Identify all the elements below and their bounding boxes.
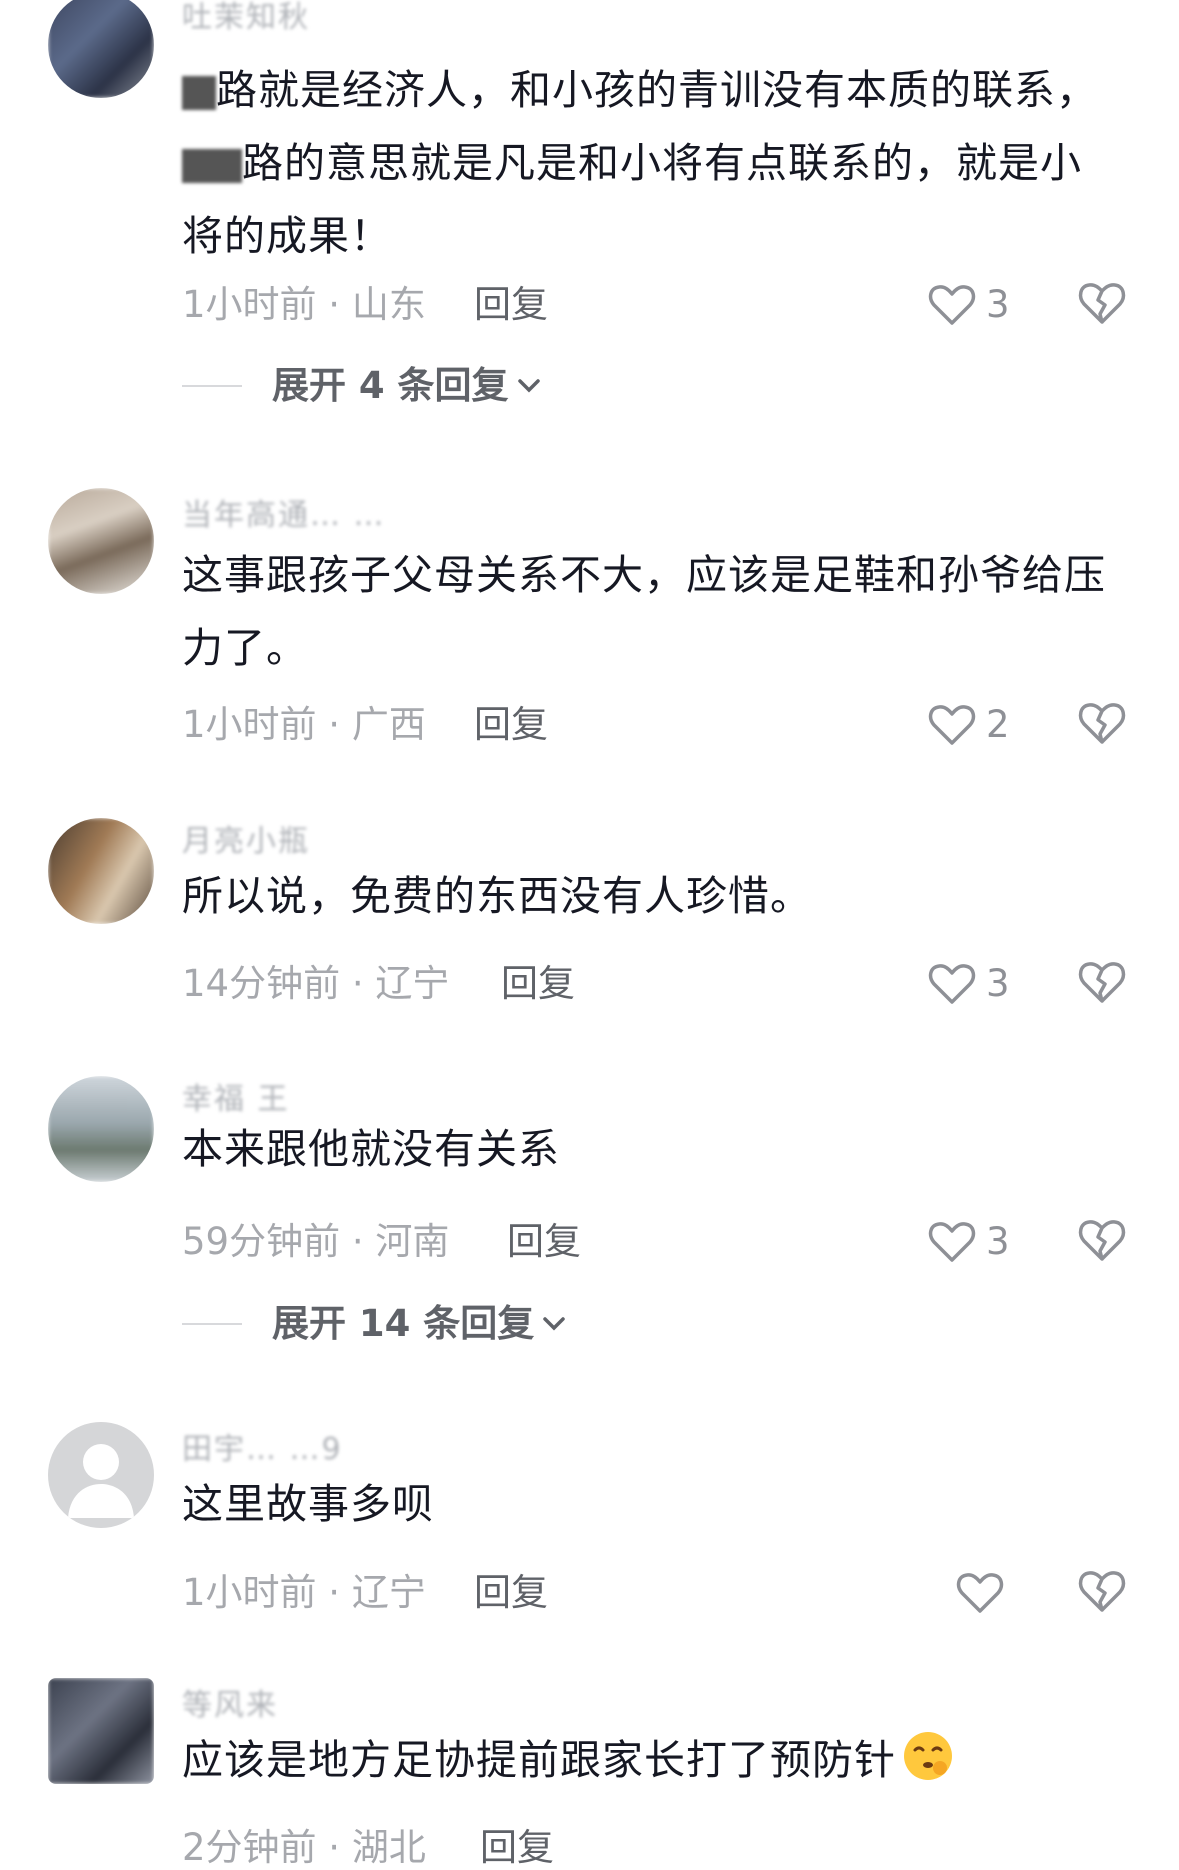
comment-item: 幸福 王 本来跟他就没有关系 59分钟前 · 河南 回复 3 展开 14 条回复 [0, 1068, 1179, 1388]
comment-text: 所以说，免费的东西没有人珍惜。 [182, 872, 812, 920]
divider-line [182, 385, 242, 387]
comment-text: 这事跟孩子父母关系不大，应该是足鞋和孙爷给压力了。 [182, 551, 1106, 672]
avatar[interactable] [48, 1422, 154, 1528]
comment-time: 1小时前 [182, 1571, 317, 1614]
comment-location: 湖北 [351, 1826, 426, 1869]
meta-separator: · [316, 283, 352, 326]
expand-label: 展开 4 条回复 [272, 364, 509, 407]
comment-time: 2分钟前 [182, 1826, 317, 1869]
like-button[interactable]: 3 [928, 280, 1010, 330]
dislike-button[interactable] [1077, 1568, 1127, 1618]
comment-location: 山东 [351, 283, 426, 326]
comment-time: 1小时前 [182, 283, 317, 326]
username[interactable]: 当年高通… … [182, 498, 386, 534]
meta-separator: · [316, 1826, 352, 1869]
like-button[interactable] [956, 1568, 1004, 1618]
dislike-button[interactable] [1077, 700, 1127, 750]
avatar[interactable] [48, 818, 154, 924]
comment-time: 1小时前 [182, 703, 317, 746]
redacted-text [182, 149, 242, 183]
expand-label: 展开 14 条回复 [272, 1302, 535, 1345]
comment-text: 应该是地方足协提前跟家长打了预防针 [182, 1724, 1122, 1797]
comment-location: 广西 [351, 703, 426, 746]
reply-button[interactable]: 回复 [474, 703, 548, 747]
like-count: 3 [986, 283, 1010, 326]
comment-time: 59分钟前 [182, 1220, 341, 1263]
chevron-down-icon [517, 379, 540, 393]
username[interactable]: 田宇… …9 [182, 1432, 343, 1468]
broken-heart-icon [1078, 1220, 1126, 1261]
comment-meta: 1小时前 · 辽宁 [182, 1571, 426, 1615]
like-button[interactable]: 3 [928, 1217, 1010, 1267]
comment-text: 这里故事多呗 [182, 1480, 434, 1528]
broken-heart-icon [1078, 1571, 1126, 1612]
heart-outline-icon [928, 1222, 976, 1262]
heart-outline-icon [956, 1573, 1004, 1613]
username[interactable]: 月亮小瓶 [182, 824, 310, 860]
dislike-button[interactable] [1077, 1217, 1127, 1267]
avatar[interactable] [48, 1678, 154, 1784]
meta-separator: · [316, 1571, 352, 1614]
chevron-down-icon [543, 1317, 566, 1331]
comment-location: 河南 [375, 1220, 450, 1263]
comment-meta: 2分钟前 · 湖北 [182, 1826, 426, 1870]
like-button[interactable]: 3 [928, 959, 1010, 1009]
avatar[interactable] [48, 1076, 154, 1182]
comment-item: 等风来 应该是地方足协提前跟家长打了预防针 2分钟前 · 湖北 回复 [0, 1676, 1179, 1869]
reply-button[interactable]: 回复 [501, 962, 575, 1006]
meta-separator: · [316, 703, 352, 746]
divider-line [182, 1323, 242, 1325]
comment-item: 田宇… …9 这里故事多呗 1小时前 · 辽宁 回复 [0, 1420, 1179, 1660]
reply-button[interactable]: 回复 [474, 1571, 548, 1615]
comment-meta: 1小时前 · 广西 [182, 703, 426, 747]
comment-meta: 1小时前 · 山东 [182, 283, 426, 327]
comment-item: 当年高通… … 这事跟孩子父母关系不大，应该是足鞋和孙爷给压力了。 1小时前 ·… [0, 480, 1179, 800]
broken-heart-icon [1078, 283, 1126, 324]
comment-time: 14分钟前 [182, 962, 341, 1005]
broken-heart-icon [1078, 962, 1126, 1003]
like-count: 3 [986, 1220, 1010, 1263]
comment-location: 辽宁 [375, 962, 450, 1005]
dislike-button[interactable] [1077, 280, 1127, 330]
like-button[interactable]: 2 [928, 700, 1010, 750]
meta-separator: · [340, 1220, 376, 1263]
expand-replies[interactable]: 展开 4 条回复 [182, 364, 541, 408]
comment-meta: 14分钟前 · 辽宁 [182, 962, 449, 1006]
comment-text: 路就是经济人，和小孩的青训没有本质的联系，路的意思就是凡是和小将有点联系的，就是… [182, 66, 1098, 260]
like-count: 2 [986, 703, 1010, 746]
comment-item: 吐茉知秋 路就是经济人，和小孩的青训没有本质的联系，路的意思就是凡是和小将有点联… [0, 0, 1179, 420]
heart-outline-icon [928, 705, 976, 745]
meta-separator: · [340, 962, 376, 1005]
username[interactable]: 等风来 [182, 1688, 278, 1724]
avatar[interactable] [48, 0, 154, 98]
redacted-text [182, 76, 216, 110]
heart-outline-icon [928, 964, 976, 1004]
default-avatar-icon [68, 1444, 134, 1518]
expand-replies[interactable]: 展开 14 条回复 [182, 1302, 566, 1346]
username[interactable]: 吐茉知秋 [182, 0, 310, 36]
avatar[interactable] [48, 488, 154, 594]
dislike-button[interactable] [1077, 959, 1127, 1009]
reply-button[interactable]: 回复 [474, 283, 548, 327]
comment-location: 辽宁 [351, 1571, 426, 1614]
comment-item: 月亮小瓶 所以说，免费的东西没有人珍惜。 14分钟前 · 辽宁 回复 3 [0, 810, 1179, 1030]
broken-heart-icon [1078, 703, 1126, 744]
heart-outline-icon [928, 285, 976, 325]
shushing-face-emoji [904, 1732, 952, 1780]
comment-meta: 59分钟前 · 河南 [182, 1220, 449, 1264]
reply-button[interactable]: 回复 [480, 1826, 554, 1870]
like-count: 3 [986, 962, 1010, 1005]
reply-button[interactable]: 回复 [507, 1220, 581, 1264]
comment-text: 本来跟他就没有关系 [182, 1125, 560, 1173]
